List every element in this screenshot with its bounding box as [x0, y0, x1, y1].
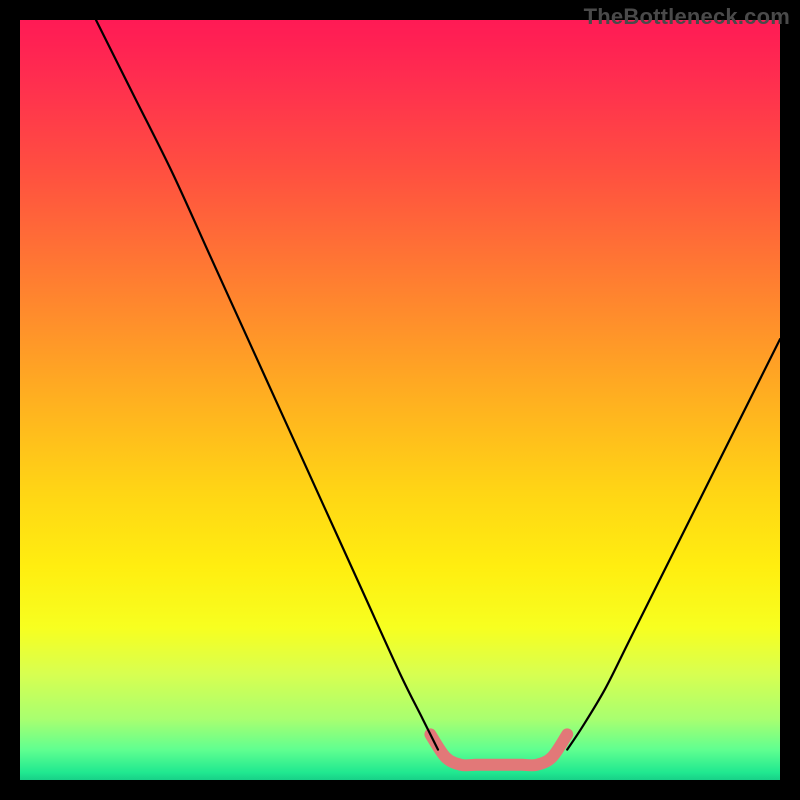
left-branch-path [96, 20, 438, 750]
chart-frame: TheBottleneck.com [0, 0, 800, 800]
right-branch-path [567, 339, 780, 749]
curve-overlay [20, 20, 780, 780]
watermark-text: TheBottleneck.com [584, 4, 790, 30]
plot-area [20, 20, 780, 780]
bottom-band-path [430, 734, 567, 765]
